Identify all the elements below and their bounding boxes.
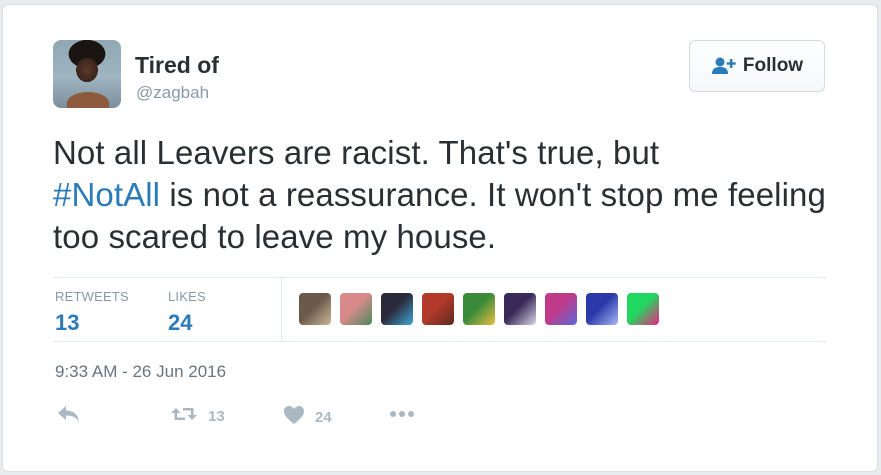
tweet-timestamp[interactable]: 9:33 AM - 26 Jun 2016 (55, 362, 226, 382)
follow-user-icon (711, 56, 737, 76)
follow-button[interactable]: Follow (689, 40, 825, 92)
follow-button-label: Follow (742, 55, 804, 76)
stats-top-divider (53, 277, 826, 278)
more-button[interactable] (389, 405, 415, 428)
reply-button[interactable] (57, 405, 81, 428)
liker-avatar[interactable] (627, 293, 659, 325)
like-button[interactable]: 24 (283, 405, 332, 430)
reply-icon (57, 405, 81, 428)
retweet-icon (170, 405, 198, 428)
tweet-text-part1: Not all Leavers are racist. That's true,… (53, 134, 660, 171)
liker-avatar[interactable] (504, 293, 536, 325)
liker-avatar[interactable] (586, 293, 618, 325)
heart-icon (283, 405, 305, 430)
user-handle[interactable]: @zagbah (136, 83, 209, 103)
liker-avatar[interactable] (381, 293, 413, 325)
hashtag-link[interactable]: #NotAll (53, 176, 160, 213)
likes-label[interactable]: LIKES (168, 289, 206, 304)
retweet-button[interactable]: 13 (170, 405, 225, 428)
tweet-text-part2: is not a reassurance. It won't stop me f… (53, 176, 826, 255)
liker-avatar[interactable] (545, 293, 577, 325)
user-display-name[interactable]: Tired of (135, 52, 219, 79)
liker-avatar[interactable] (463, 293, 495, 325)
more-icon (389, 405, 415, 428)
stats-bottom-divider (53, 341, 826, 342)
tweet-text: Not all Leavers are racist. That's true,… (53, 132, 833, 258)
retweet-action-count: 13 (208, 408, 225, 425)
retweets-label[interactable]: RETWEETS (55, 289, 129, 304)
liker-avatar[interactable] (340, 293, 372, 325)
liker-avatars (299, 293, 659, 325)
liker-avatar[interactable] (299, 293, 331, 325)
user-avatar[interactable] (53, 40, 121, 108)
retweets-count[interactable]: 13 (55, 310, 79, 336)
likes-count[interactable]: 24 (168, 310, 192, 336)
like-action-count: 24 (315, 409, 332, 426)
stats-separator (281, 278, 282, 340)
liker-avatar[interactable] (422, 293, 454, 325)
